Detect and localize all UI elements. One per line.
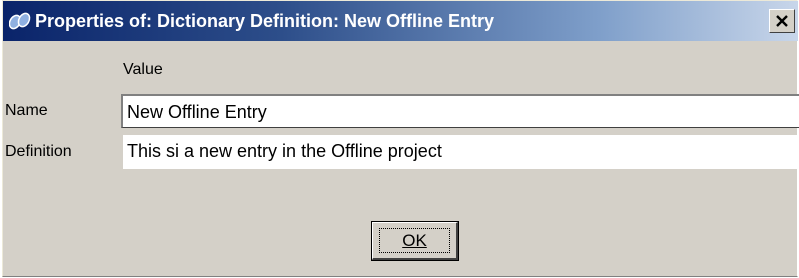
ok-button[interactable]: OK	[371, 221, 459, 261]
ok-button-label: OK	[402, 230, 427, 250]
window-title: Properties of: Dictionary Definition: Ne…	[35, 11, 495, 31]
value-column-header: Value	[123, 61, 163, 78]
close-button[interactable]	[769, 9, 795, 33]
ok-focus-rect: OK	[379, 228, 450, 253]
title-bar[interactable]: Properties of: Dictionary Definition: Ne…	[3, 1, 798, 41]
app-logo-icon	[8, 11, 31, 31]
name-label: Name	[5, 102, 48, 119]
definition-field[interactable]: This si a new entry in the Offline proje…	[121, 135, 799, 169]
name-field[interactable]: New Offline Entry	[121, 94, 799, 128]
properties-dialog: Properties of: Dictionary Definition: Ne…	[2, 0, 799, 277]
close-icon	[776, 15, 788, 27]
definition-label: Definition	[5, 143, 72, 160]
